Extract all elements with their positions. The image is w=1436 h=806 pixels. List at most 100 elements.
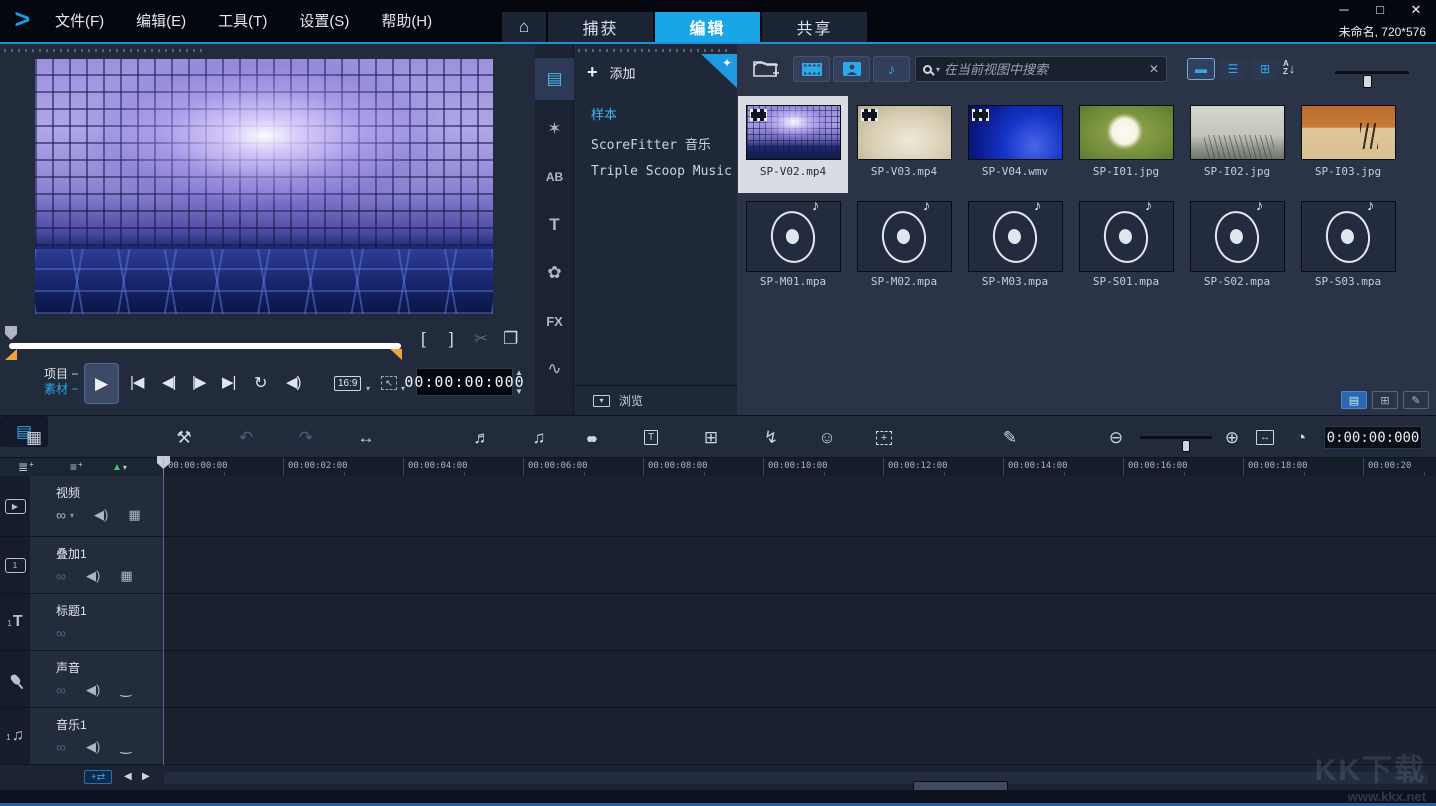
minimize-button[interactable]: ─ — [1336, 2, 1352, 18]
pan-zoom-button[interactable]: + — [862, 416, 906, 459]
timeline-timecode[interactable]: 0:00:00:000 — [1324, 426, 1422, 449]
track-type-cell[interactable]: ▶ — [0, 476, 30, 536]
scroll-left-button[interactable]: ◀ — [124, 771, 132, 782]
media-item[interactable]: SP-I03.jpg — [1293, 96, 1403, 193]
filter-fx-icon[interactable]: FX — [535, 300, 574, 342]
instant-project-icon[interactable]: ✶ — [535, 108, 574, 150]
wave-envelope-icon[interactable]: ‿ — [120, 739, 131, 755]
menu-help[interactable]: 帮助(H) — [381, 10, 432, 31]
tab-share[interactable]: 共享 — [762, 12, 867, 42]
zoom-in-button[interactable]: ⊕ — [1214, 416, 1250, 459]
close-button[interactable]: ✕ — [1408, 2, 1424, 18]
media-item[interactable]: SP-I01.jpg — [1071, 96, 1181, 193]
blend-overlay-button[interactable]: ●● — [572, 416, 612, 459]
split-clip-icon[interactable]: ✂ — [474, 329, 488, 349]
motion-tracking-button[interactable]: ↯ — [750, 416, 792, 459]
filter-audio-button[interactable]: ♪ — [873, 56, 910, 82]
duration-clock-button[interactable]: ◔ — [1284, 416, 1318, 459]
redo-button[interactable]: ↷ — [286, 416, 326, 459]
timeline-ruler[interactable]: 00:00:00:00 00:00:02:00 00:00:04:00 00:0… — [163, 458, 1436, 476]
dual-pane-button[interactable]: ⊞ — [1372, 391, 1398, 409]
painting-creator-button[interactable]: ✎ — [988, 416, 1032, 459]
category-scorefitter[interactable]: ScoreFitter 音乐 — [591, 134, 732, 153]
spin-up-icon[interactable]: ▲ — [515, 368, 523, 377]
media-item[interactable]: SP-V02.mp4 — [738, 96, 848, 193]
track-header[interactable]: 视频 ∞▾ ◀) ▦ — [30, 476, 163, 536]
enlarge-preview-icon[interactable]: ❐ — [503, 329, 518, 349]
import-media-icon[interactable] — [753, 58, 779, 78]
detail-view-button[interactable]: ▬ — [1187, 58, 1215, 80]
thumbnail-size-slider[interactable] — [1335, 71, 1409, 74]
link-icon[interactable]: ∞ — [56, 568, 66, 584]
matte-icon[interactable]: ▦ — [120, 568, 132, 584]
slider-thumb[interactable] — [1182, 440, 1190, 452]
trim-end-handle[interactable] — [390, 349, 402, 360]
media-item[interactable]: ♪ SP-M02.mpa — [849, 194, 959, 291]
track-mute-icon[interactable]: ◀) — [86, 568, 100, 584]
selection-tool[interactable]: ↖ — [381, 376, 397, 390]
media-item[interactable]: SP-V03.mp4 — [849, 96, 959, 193]
maximize-button[interactable]: □ — [1372, 2, 1388, 18]
media-item[interactable]: ♪ SP-M03.mpa — [960, 194, 1070, 291]
search-input[interactable] — [944, 62, 1145, 77]
category-samples[interactable]: 样本 — [591, 104, 732, 123]
volume-button[interactable]: ◀) — [286, 373, 301, 391]
search-clear-icon[interactable]: ✕ — [1149, 62, 1159, 76]
browse-button[interactable]: ▾ 浏览 — [575, 385, 737, 415]
list-view-button[interactable]: ☰ — [1219, 58, 1247, 80]
horizontal-scrollbar[interactable] — [164, 772, 1428, 784]
scrub-chapter-pin[interactable] — [5, 326, 17, 340]
zoom-out-button[interactable]: ⊖ — [1098, 416, 1134, 459]
track-lane[interactable] — [163, 476, 1436, 536]
wave-envelope-icon[interactable]: ‿ — [120, 682, 131, 698]
menu-settings[interactable]: 设置(S) — [299, 10, 349, 31]
track-header[interactable]: 音乐1 ∞ ◀) ‿ — [30, 708, 163, 764]
filter-videos-button[interactable] — [793, 56, 830, 82]
clip-mode-button[interactable]: 素材 − — [44, 382, 78, 397]
grid-view-button[interactable]: ⊞ — [1251, 58, 1279, 80]
edit-pane-button[interactable]: ✎ — [1403, 391, 1429, 409]
link-icon[interactable]: ∞ — [56, 625, 66, 641]
track-mute-icon[interactable]: ◀) — [86, 682, 100, 698]
pin-panel-button[interactable]: ✦ — [701, 54, 737, 88]
search-caret-icon[interactable]: ▾ — [936, 65, 940, 74]
category-triple-scoop[interactable]: Triple Scoop Music — [591, 164, 732, 179]
slider-thumb[interactable] — [1363, 75, 1372, 88]
mask-creator-button[interactable]: ☺ — [806, 416, 848, 459]
tab-edit[interactable]: 编辑 — [655, 12, 760, 42]
media-item[interactable]: ♪ SP-S02.mpa — [1182, 194, 1292, 291]
subtitle-editor-button[interactable]: T — [630, 416, 672, 459]
undo-button[interactable]: ↶ — [226, 416, 266, 459]
track-mute-icon[interactable]: ◀) — [86, 739, 100, 755]
go-start-button[interactable]: |◀ — [130, 373, 143, 391]
go-end-button[interactable]: ▶| — [222, 373, 235, 391]
mark-in-button[interactable]: [ — [421, 329, 426, 349]
track-type-cell[interactable]: 1 — [0, 537, 30, 593]
timeline-zoom-slider[interactable] — [1140, 436, 1212, 439]
caret-down-icon[interactable]: ▾ — [70, 511, 74, 520]
aspect-ratio-select[interactable]: 16:9 — [334, 376, 361, 391]
step-back-button[interactable]: ◀| — [162, 373, 175, 391]
menu-tools[interactable]: 工具(T) — [218, 10, 267, 31]
track-lane[interactable] — [163, 594, 1436, 650]
sort-button[interactable]: AZ ↓ — [1283, 60, 1295, 76]
track-lane[interactable] — [163, 651, 1436, 707]
step-forward-button[interactable]: |▶ — [192, 373, 205, 391]
project-mode-button[interactable]: 项目 − — [44, 367, 78, 382]
track-lane[interactable] — [163, 708, 1436, 764]
media-item[interactable]: SP-I02.jpg — [1182, 96, 1292, 193]
add-track-button[interactable]: ≡+ — [70, 458, 83, 476]
track-manager-button[interactable]: ≣+ — [18, 458, 34, 476]
home-tab[interactable]: ⌂ — [502, 12, 546, 42]
media-item[interactable]: ♪ SP-M01.mpa — [738, 194, 848, 291]
media-item[interactable]: ♪ SP-S03.mpa — [1293, 194, 1403, 291]
repeat-button[interactable]: ↻ — [254, 373, 266, 393]
track-type-cell[interactable]: 1♫ — [0, 708, 30, 764]
media-item[interactable]: SP-V04.wmv — [960, 96, 1070, 193]
mark-out-button[interactable]: ] — [449, 329, 454, 349]
link-icon[interactable]: ∞ — [56, 739, 66, 755]
title-icon[interactable]: T — [535, 204, 574, 246]
timecode-spinner[interactable]: ▲ ▼ — [515, 368, 523, 396]
tools-button[interactable]: ⚒ — [164, 416, 204, 459]
scroll-right-button[interactable]: ▶ — [142, 771, 150, 782]
